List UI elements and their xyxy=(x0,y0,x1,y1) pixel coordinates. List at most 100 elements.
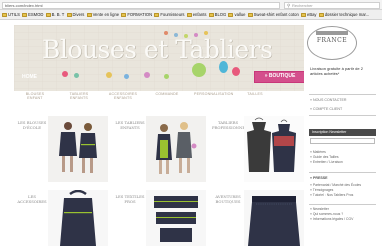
bookmark-item[interactable]: ESMOD xyxy=(22,12,43,17)
bookmark-label: FORMATION xyxy=(127,12,153,17)
toy-balloon xyxy=(232,67,240,76)
folder-icon xyxy=(86,12,92,17)
category-photo xyxy=(48,189,108,246)
bookmark-label: BLOG xyxy=(214,12,227,17)
bookmark-label: Sweat-shirt enfant coton xyxy=(253,12,299,17)
bookmark-label: UTILS xyxy=(8,12,20,17)
site-banner: Blouses et Tabliers HOME » BOUTIQUE xyxy=(14,25,304,91)
children-photo xyxy=(48,116,108,182)
category-photo xyxy=(244,116,304,182)
category-tabliers-pros[interactable]: TABLIERS PROFESSIONNELS xyxy=(212,116,308,182)
toy-balloon xyxy=(144,72,150,78)
divider xyxy=(309,204,376,205)
folder-icon xyxy=(2,12,7,17)
nav-item[interactable]: COMMANDE xyxy=(150,92,184,104)
bookmark-item[interactable]: UTILS xyxy=(2,12,20,17)
category-photo xyxy=(146,116,206,182)
search-icon: ⚲ xyxy=(287,2,291,8)
folder-icon xyxy=(45,12,51,17)
toy-balloon xyxy=(62,71,68,77)
folder-icon xyxy=(186,12,192,17)
toy-balloon xyxy=(192,63,206,77)
category-label: AVENTURES BOUTIQUES xyxy=(215,194,241,204)
browser-search-field[interactable]: ⚲ Rechercher xyxy=(284,1,380,9)
folder-icon xyxy=(300,12,306,17)
nav-item[interactable]: TAILLES xyxy=(238,92,272,104)
toy-balloon xyxy=(106,72,112,78)
presse-item[interactable]: » Tutoriel : Nos Tabliers Pros xyxy=(310,193,361,198)
folder-icon xyxy=(66,12,72,17)
toy-balloon xyxy=(124,74,129,79)
folder-icon xyxy=(318,12,324,17)
bookmark-item[interactable]: eBay xyxy=(300,12,317,17)
textiles-photo xyxy=(146,190,206,246)
newsletter-email-field[interactable] xyxy=(310,138,375,144)
bookmark-label: dossier technique mar... xyxy=(324,12,370,17)
info-link[interactable]: » Entretien / Livraison xyxy=(310,160,343,165)
bookmark-item[interactable]: Fournisseurs xyxy=(154,12,185,17)
category-blouses[interactable]: LES BLOUSES D'ÉCOLE xyxy=(16,116,112,182)
category-textiles-pros[interactable]: LES TEXTILES PROS xyxy=(114,190,210,246)
nav-item[interactable]: TABLIERS ENFANTS xyxy=(62,92,96,104)
nav-item[interactable]: BLOUSES ENFANT xyxy=(18,92,52,104)
category-aventures[interactable]: AVENTURES BOUTIQUES xyxy=(212,190,308,246)
france-seal: FRANCE xyxy=(307,26,357,60)
seal-ribbon xyxy=(316,31,348,35)
folder-icon xyxy=(154,12,160,17)
bookmark-label: ESMOD xyxy=(28,12,44,17)
browser-toolbar: bliers.com/index.html ⚲ Rechercher xyxy=(0,0,382,10)
bookmark-item[interactable]: Vente en ligne xyxy=(86,12,120,17)
newsletter-heading: Inscription Newsletter xyxy=(309,129,376,136)
bookmark-item[interactable]: Sweat-shirt enfant coton xyxy=(247,12,299,17)
divider xyxy=(309,115,376,116)
toy-balloon xyxy=(164,74,169,79)
bookmarks-bar: UTILS ESMOD B. B. T Divers Vente en lign… xyxy=(0,10,382,20)
search-placeholder: Rechercher xyxy=(292,2,313,8)
children-aprons-photo xyxy=(146,116,206,182)
folder-icon xyxy=(121,12,127,17)
bookmark-label: vallue xyxy=(234,12,246,17)
category-photo xyxy=(146,190,206,246)
bookmark-label: eBay xyxy=(306,12,317,17)
category-photo xyxy=(48,116,108,182)
folder-icon xyxy=(208,12,214,17)
account-link[interactable]: » COMPTE CLIENT xyxy=(310,107,342,111)
bookmark-item[interactable]: BLOG xyxy=(208,12,227,17)
category-label: TABLIERS PROFESSIONNELS xyxy=(212,120,251,130)
pro-aprons-photo xyxy=(244,116,304,182)
bookmark-label: Fournisseurs xyxy=(160,12,185,17)
bookmark-item[interactable]: Divers xyxy=(66,12,85,17)
info-links: » Matières » Guide des Tailles » Entreti… xyxy=(310,150,343,165)
boutique-button[interactable]: » BOUTIQUE xyxy=(254,71,304,83)
nav-item[interactable]: PERSONNALISATION xyxy=(194,92,233,104)
bag-photo xyxy=(48,189,108,246)
category-accessoires[interactable]: LES ACCESSOIRES xyxy=(16,189,112,246)
nav-item[interactable]: ACCESSOIRES ENFANTS xyxy=(106,92,140,104)
home-link[interactable]: HOME xyxy=(22,74,37,80)
divider xyxy=(309,94,376,95)
bookmark-item[interactable]: dossier technique mar... xyxy=(318,12,370,17)
category-label: LES TEXTILES PROS xyxy=(115,194,145,204)
presse-link[interactable]: » PRESSE xyxy=(310,176,328,180)
footer-link[interactable]: » Informations légales / CGV xyxy=(310,217,353,222)
contact-link[interactable]: » NOUS CONTACTER xyxy=(310,98,346,102)
category-label: LES BLOUSES D'ÉCOLE xyxy=(17,120,47,130)
folder-icon xyxy=(228,12,234,17)
category-label: LES ACCESSOIRES xyxy=(17,194,47,204)
bookmark-item[interactable]: FORMATION xyxy=(121,12,152,17)
bookmark-label: enfants xyxy=(192,12,207,17)
web-page: Blouses et Tabliers HOME » BOUTIQUE BLOU… xyxy=(0,21,382,246)
divider xyxy=(309,172,376,173)
bookmark-label: Vente en ligne xyxy=(92,12,120,17)
bookmark-item[interactable]: B. B. T xyxy=(45,12,64,17)
seal-text: FRANCE xyxy=(316,37,348,44)
category-photo xyxy=(244,190,304,246)
category-tabliers-enfants[interactable]: LES TABLIERS ENFANTS xyxy=(114,116,210,182)
url-field[interactable]: bliers.com/index.html xyxy=(2,1,280,9)
site-logo[interactable]: Blouses et Tabliers xyxy=(42,35,273,64)
bookmark-item[interactable]: vallue xyxy=(228,12,245,17)
bookmark-item[interactable]: enfants xyxy=(186,12,207,17)
category-label: LES TABLIERS ENFANTS xyxy=(115,120,145,130)
folder-icon xyxy=(247,12,253,17)
bookmark-label: Divers xyxy=(72,12,85,17)
